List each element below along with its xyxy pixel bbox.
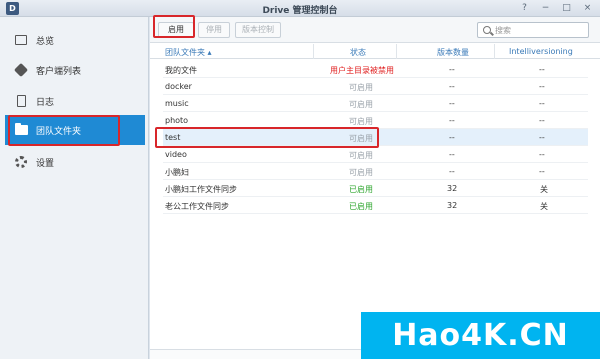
column-header-versions[interactable]: 版本数量 — [437, 47, 469, 58]
cell-intelliversioning: -- — [539, 133, 545, 142]
cell-name: photo — [165, 116, 189, 125]
window-controls: ? − □ × — [518, 2, 594, 15]
cell-status: 可启用 — [349, 83, 373, 92]
cell-versions: 32 — [447, 184, 458, 193]
overview-icon — [14, 33, 28, 47]
title-bar: D Drive 管理控制台 ? − □ × — [0, 0, 600, 17]
help-icon[interactable]: ? — [518, 2, 531, 15]
watermark-logo: Hao4K.CN — [361, 312, 600, 359]
cell-versions: -- — [449, 65, 455, 74]
sidebar: 总览 客户端列表 日志 团队文件夹 设置 — [0, 17, 149, 359]
sidebar-item-label: 日志 — [36, 97, 55, 108]
column-divider — [313, 44, 314, 59]
table-row[interactable]: music 可启用 -- -- — [163, 95, 588, 112]
cell-intelliversioning: -- — [539, 82, 545, 91]
cell-name: 小鹏妇 — [165, 168, 189, 177]
cell-status: 已启用 — [349, 185, 373, 194]
client-list-icon — [13, 62, 29, 78]
cell-intelliversioning: 关 — [540, 185, 548, 194]
table-row[interactable]: 小鹏妇工作文件同步 已启用 32 关 — [163, 180, 588, 197]
table-row[interactable]: docker 可启用 -- -- — [163, 78, 588, 95]
table-row[interactable]: 小鹏妇 可启用 -- -- — [163, 163, 588, 180]
close-icon[interactable]: × — [581, 2, 594, 15]
cell-versions: 32 — [447, 201, 458, 210]
cell-status: 已启用 — [349, 202, 373, 211]
disable-button[interactable]: 停用 — [198, 22, 230, 38]
cell-status: 可启用 — [349, 100, 373, 109]
cell-status: 可启用 — [349, 168, 373, 177]
sidebar-item-label: 设置 — [36, 158, 55, 169]
search-icon — [483, 26, 491, 34]
highlight-enable-button — [153, 15, 195, 38]
column-divider — [494, 44, 495, 59]
toolbar: 启用 停用 版本控制 搜索 — [150, 17, 600, 43]
column-header-name[interactable]: 团队文件夹 ▴ — [165, 47, 212, 58]
highlight-test-row — [155, 127, 379, 148]
cell-versions: -- — [449, 150, 455, 159]
cell-name: 我的文件 — [165, 66, 197, 75]
minimize-icon[interactable]: − — [539, 2, 552, 15]
cell-versions: -- — [449, 82, 455, 91]
cell-name: video — [165, 150, 187, 159]
gear-icon — [14, 155, 28, 169]
sidebar-item-label: 总览 — [36, 36, 55, 47]
sidebar-item-client-list[interactable]: 客户端列表 — [5, 55, 145, 85]
cell-name: docker — [165, 82, 192, 91]
cell-status: 用户主目录被禁用 — [330, 66, 394, 75]
log-icon — [14, 94, 28, 108]
cell-intelliversioning: -- — [539, 167, 545, 176]
cell-intelliversioning: -- — [539, 99, 545, 108]
table-row[interactable]: 我的文件 用户主目录被禁用 -- -- — [163, 61, 588, 78]
cell-name: 小鹏妇工作文件同步 — [165, 185, 237, 194]
table-row[interactable]: video 可启用 -- -- — [163, 146, 588, 163]
cell-name: 老公工作文件同步 — [165, 202, 229, 211]
table-row[interactable]: 老公工作文件同步 已启用 32 关 — [163, 197, 588, 214]
sidebar-item-label: 客户端列表 — [36, 66, 82, 77]
cell-intelliversioning: -- — [539, 150, 545, 159]
search-placeholder: 搜索 — [495, 26, 511, 35]
sidebar-item-log[interactable]: 日志 — [5, 86, 145, 116]
column-header-status[interactable]: 状态 — [350, 47, 366, 58]
highlight-team-folder — [8, 115, 120, 146]
cell-intelliversioning: 关 — [540, 202, 548, 211]
sidebar-item-settings[interactable]: 设置 — [5, 147, 145, 177]
search-input[interactable]: 搜索 — [477, 22, 589, 38]
main-panel: 启用 停用 版本控制 搜索 团队文件夹 ▴ 状态 版本数量 Intelliver… — [150, 17, 600, 359]
cell-versions: -- — [449, 133, 455, 142]
cell-name: music — [165, 99, 189, 108]
cell-status: 可启用 — [349, 151, 373, 160]
cell-intelliversioning: -- — [539, 116, 545, 125]
cell-versions: -- — [449, 99, 455, 108]
cell-intelliversioning: -- — [539, 65, 545, 74]
cell-versions: -- — [449, 116, 455, 125]
column-header-intelliversioning[interactable]: Intelliversioning — [509, 47, 573, 56]
window-title: Drive 管理控制台 — [262, 6, 338, 16]
cell-versions: -- — [449, 167, 455, 176]
version-control-button[interactable]: 版本控制 — [235, 22, 281, 38]
maximize-icon[interactable]: □ — [560, 2, 573, 15]
cell-status: 可启用 — [349, 117, 373, 126]
column-divider — [396, 44, 397, 59]
table-header: 团队文件夹 ▴ 状态 版本数量 Intelliversioning — [150, 44, 600, 59]
sidebar-item-overview[interactable]: 总览 — [5, 25, 145, 55]
